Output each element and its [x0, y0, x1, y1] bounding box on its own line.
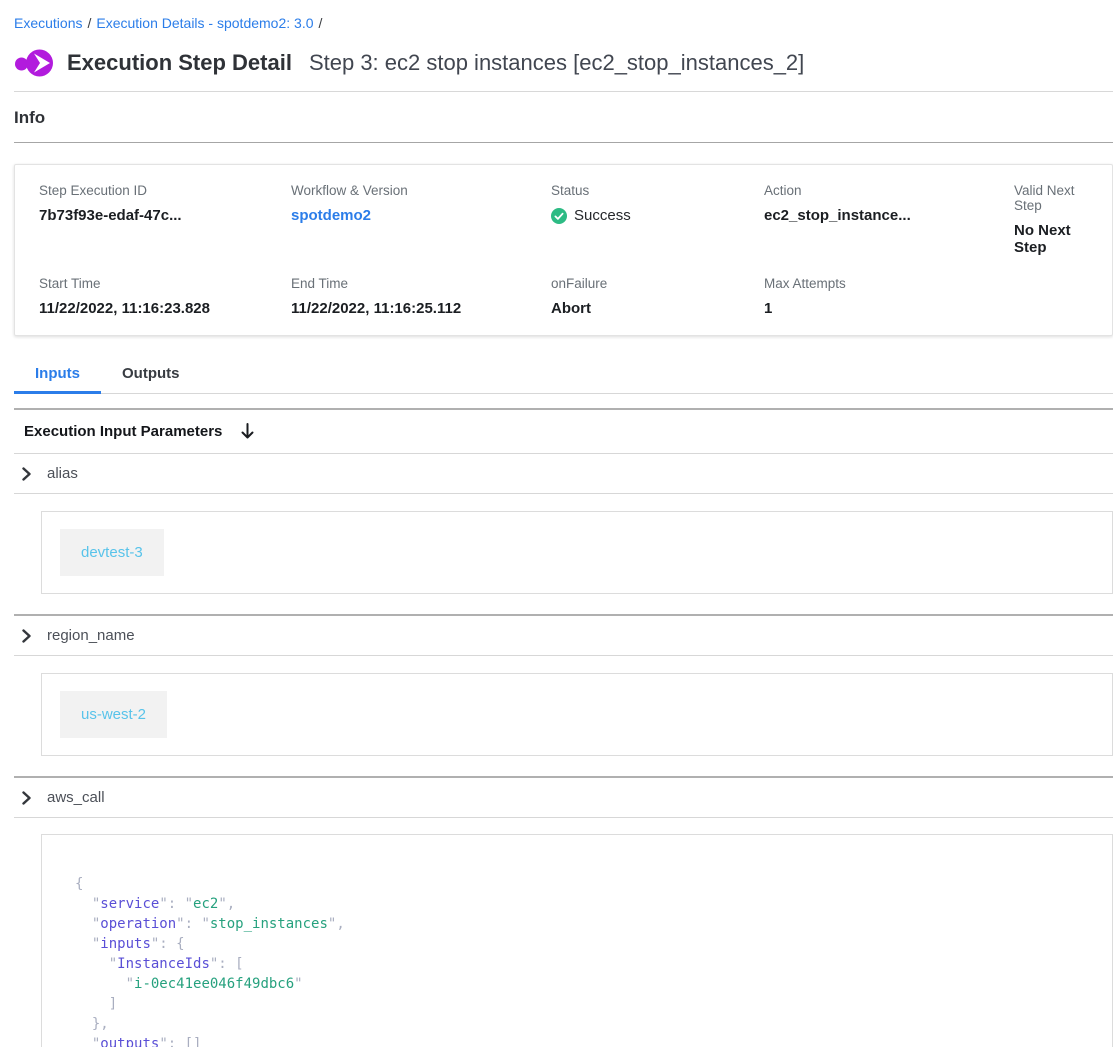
breadcrumb-separator: / — [87, 15, 91, 31]
field-label: Max Attempts — [764, 276, 1014, 291]
info-section-heading: Info — [14, 108, 1113, 143]
section-label: alias — [47, 465, 78, 482]
section-body-region-name: us-west-2 — [41, 673, 1113, 756]
success-check-icon — [551, 208, 567, 224]
field-end-time: End Time 11/22/2022, 11:16:25.112 — [291, 276, 551, 317]
field-label: Start Time — [39, 276, 291, 291]
field-value: Abort — [551, 300, 764, 317]
param-value-chip: devtest-3 — [60, 529, 164, 576]
tab-outputs[interactable]: Outputs — [101, 359, 201, 394]
field-value: 11/22/2022, 11:16:23.828 — [39, 300, 291, 317]
breadcrumb-link-execution-details[interactable]: Execution Details - spotdemo2: 3.0 — [96, 15, 313, 31]
field-step-execution-id: Step Execution ID 7b73f93e-edaf-47c... — [39, 183, 291, 256]
field-action: Action ec2_stop_instance... — [764, 183, 1014, 256]
chevron-right-icon — [20, 629, 33, 643]
section-body-alias: devtest-3 — [41, 511, 1113, 594]
arrow-down-icon[interactable] — [239, 422, 256, 440]
status-value: Success — [551, 207, 764, 224]
field-value: ec2_stop_instance... — [764, 207, 1014, 224]
field-workflow-version: Workflow & Version spotdemo2 — [291, 183, 551, 256]
field-onfailure: onFailure Abort — [551, 276, 764, 317]
field-label: Step Execution ID — [39, 183, 291, 198]
section-row-region-name[interactable]: region_name — [14, 616, 1113, 656]
field-value: 1 — [764, 300, 1014, 317]
field-label: Action — [764, 183, 1014, 198]
workflow-link[interactable]: spotdemo2 — [291, 207, 551, 224]
chevron-right-icon — [20, 791, 33, 805]
field-label: Valid Next Step — [1014, 183, 1088, 213]
chevron-right-icon — [20, 467, 33, 481]
param-value-chip: us-west-2 — [60, 691, 167, 738]
section-body-aws-call: { "service": "ec2", "operation": "stop_i… — [41, 834, 1113, 1047]
json-code: { "service": "ec2", "operation": "stop_i… — [75, 874, 1092, 1047]
field-label: End Time — [291, 276, 551, 291]
breadcrumb-separator: / — [319, 15, 323, 31]
section-row-alias[interactable]: alias — [14, 454, 1113, 494]
step-info-card: Step Execution ID 7b73f93e-edaf-47c... W… — [14, 164, 1113, 336]
page: Executions / Execution Details - spotdemo2… — [0, 0, 1113, 1047]
field-valid-next-step: Valid Next Step No Next Step — [1014, 183, 1088, 256]
field-label: onFailure — [551, 276, 764, 291]
field-value: 7b73f93e-edaf-47c... — [39, 207, 291, 224]
page-title: Execution Step Detail — [67, 50, 292, 76]
inputs-outputs-tabbar: Inputs Outputs — [14, 359, 1113, 394]
field-label: Status — [551, 183, 764, 198]
section-label: region_name — [47, 627, 135, 644]
field-label: Workflow & Version — [291, 183, 551, 198]
status-text: Success — [574, 207, 631, 224]
workflow-logo-icon — [14, 47, 54, 79]
section-label: aws_call — [47, 789, 105, 806]
field-start-time: Start Time 11/22/2022, 11:16:23.828 — [39, 276, 291, 317]
page-title-row: Execution Step Detail Step 3: ec2 stop i… — [14, 47, 1113, 79]
breadcrumb-link-executions[interactable]: Executions — [14, 15, 82, 31]
breadcrumb: Executions / Execution Details - spotdemo2… — [14, 14, 1113, 32]
section-row-aws-call[interactable]: aws_call — [14, 778, 1113, 818]
execution-input-parameters-label: Execution Input Parameters — [24, 423, 222, 440]
field-value: No Next Step — [1014, 222, 1088, 256]
tab-inputs[interactable]: Inputs — [14, 359, 101, 394]
field-max-attempts: Max Attempts 1 — [764, 276, 1014, 317]
field-status: Status Success — [551, 183, 764, 256]
execution-input-parameters-header: Execution Input Parameters — [14, 410, 1113, 454]
page-subtitle: Step 3: ec2 stop instances [ec2_stop_ins… — [309, 50, 804, 76]
title-divider — [14, 91, 1113, 92]
field-value: 11/22/2022, 11:16:25.112 — [291, 300, 551, 317]
